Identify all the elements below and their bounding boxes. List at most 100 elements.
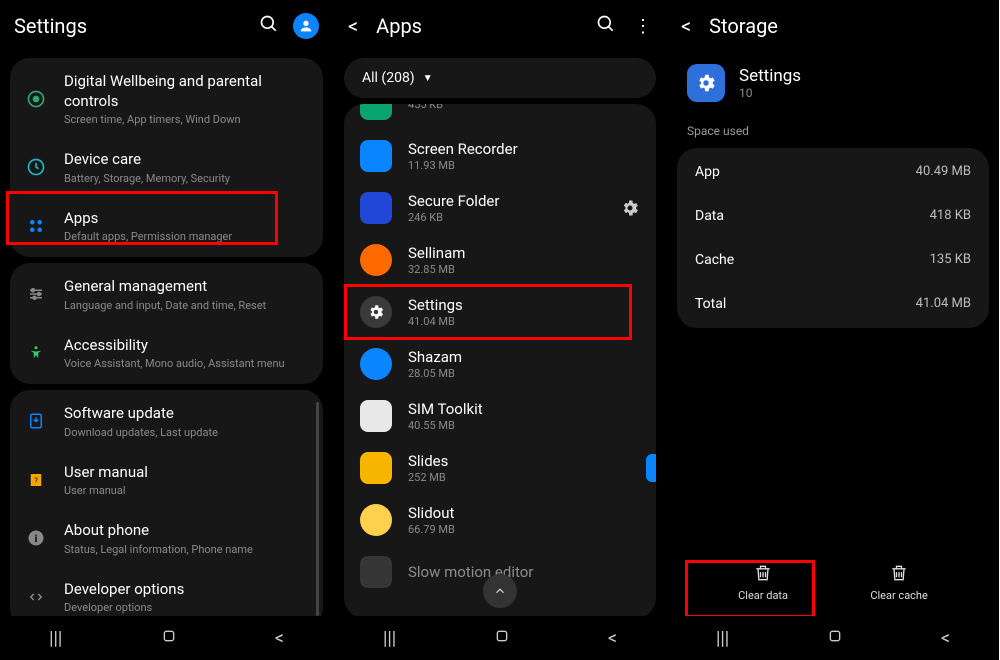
item-title: Device care [64,150,307,170]
clear-data-button[interactable]: Clear data [738,563,788,602]
nav-recents[interactable]: ||| [716,628,729,649]
app-icon [360,400,392,432]
action-label: Clear cache [870,589,928,602]
app-row[interactable]: Screen Recorder11.93 MB [344,130,656,182]
nav-recents[interactable]: ||| [383,628,396,649]
settings-group-3: Software update Download updates, Last up… [10,390,323,628]
storage-card: App40.49 MBData418 KBCache135 KB Total 41.… [677,148,989,328]
item-title: Software update [64,404,307,424]
app-size: 11.93 MB [408,159,640,172]
storage-value: 41.04 MB [916,296,971,312]
settings-group-2: General management Language and input, Da… [10,263,323,384]
app-name: Secure Folder [408,192,620,210]
item-title: General management [64,277,307,297]
item-title: Digital Wellbeing and parental controls [64,72,307,111]
settings-item-apps[interactable]: AppsDefault apps, Permission manager [10,197,323,256]
settings-item-manual[interactable]: ? User manualUser manual [10,451,323,510]
item-subtitle: Default apps, Permission manager [64,230,307,243]
code-icon [24,585,48,609]
gear-icon[interactable] [620,198,640,218]
header: Settings [0,0,333,52]
app-row[interactable]: Secure Folder246 KB [344,182,656,234]
item-title: About phone [64,521,307,541]
app-icon [360,348,392,380]
storage-row: Data418 KB [677,194,989,238]
app-row[interactable]: SIM Toolkit40.55 MB [344,390,656,442]
header: < Apps ⋮ [334,0,666,52]
info-icon: i [24,526,48,550]
app-name: Settings [739,66,801,86]
app-row[interactable]: Shazam28.05 MB [344,338,656,390]
nav-home[interactable] [161,628,177,649]
settings-group-1: Digital Wellbeing and parental controls S… [10,58,323,257]
item-subtitle: User manual [64,484,307,497]
app-row[interactable]: Sellinam32.85 MB [344,234,656,286]
app-size: 455 KB [408,104,640,111]
app-icon [360,244,392,276]
nav-back[interactable]: < [275,628,284,649]
fast-scroll-handle[interactable] [646,454,656,482]
app-version: 10 [739,86,801,100]
storage-key: App [695,164,720,180]
accessibility-icon [24,341,48,365]
app-row[interactable]: Slides252 MB [344,442,656,494]
filter-dropdown[interactable]: All (208) ▼ [344,58,656,98]
settings-item-update[interactable]: Software update Download updates, Last up… [10,392,323,451]
nav-home[interactable] [494,628,510,649]
profile-avatar[interactable] [293,13,319,39]
nav-home[interactable] [827,628,843,649]
app-name: SIM Toolkit [408,400,640,418]
app-hero: Settings 10 [667,52,999,116]
storage-value: 418 KB [930,208,971,224]
item-title: Developer options [64,580,307,600]
storage-row: App40.49 MB [677,150,989,194]
nav-bar: ||| < [0,616,333,660]
settings-item-devicecare[interactable]: Device care Battery, Storage, Memory, Sec… [10,138,323,197]
item-subtitle: Battery, Storage, Memory, Security [64,172,307,185]
header: < Storage [667,0,999,52]
search-icon[interactable] [259,14,279,39]
app-row[interactable]: 455 KB [344,104,656,130]
app-size: 66.79 MB [408,523,640,536]
app-icon [360,504,392,536]
item-subtitle: Voice Assistant, Mono audio, Assistant m… [64,357,307,370]
nav-bar: ||| < [334,616,666,660]
svg-text:?: ? [34,476,38,485]
settings-item-general[interactable]: General management Language and input, Da… [10,265,323,324]
settings-item-wellbeing[interactable]: Digital Wellbeing and parental controls S… [10,60,323,138]
settings-item-accessibility[interactable]: AccessibilityVoice Assistant, Mono audio… [10,324,323,383]
app-icon [360,452,392,484]
item-subtitle: Language and input, Date and time, Reset [64,299,307,312]
storage-key: Total [695,296,726,312]
nav-recents[interactable]: ||| [49,628,62,649]
app-size: 28.05 MB [408,367,640,380]
item-subtitle: Download updates, Last update [64,426,307,439]
app-icon [687,64,725,102]
app-icon [360,192,392,224]
app-name: Slides [408,452,640,470]
nav-back[interactable]: < [608,628,617,649]
chevron-down-icon: ▼ [423,73,433,84]
apps-screen: < Apps ⋮ All (208) ▼ 455 KB Screen Record… [333,0,666,660]
app-row[interactable]: Settings41.04 MB [344,286,656,338]
app-name: Settings [408,296,640,314]
back-icon[interactable]: < [348,14,358,38]
storage-value: 135 KB [930,252,971,268]
item-title: User manual [64,463,307,483]
app-icon [360,556,392,588]
page-title: Storage [709,14,985,38]
back-icon[interactable]: < [681,14,691,38]
sliders-icon [24,282,48,306]
item-subtitle: Screen time, App timers, Wind Down [64,113,307,126]
wellbeing-icon [24,87,48,111]
app-row[interactable]: Slidout66.79 MB [344,494,656,546]
app-name: Sellinam [408,244,640,262]
storage-row: Cache135 KB [677,238,989,282]
app-icon [360,140,392,172]
more-icon[interactable]: ⋮ [634,16,652,37]
clear-cache-button[interactable]: Clear cache [870,563,928,602]
scroll-top-button[interactable] [483,574,517,608]
search-icon[interactable] [596,14,616,39]
nav-back[interactable]: < [941,628,950,649]
settings-item-about[interactable]: i About phoneStatus, Legal information, … [10,509,323,568]
